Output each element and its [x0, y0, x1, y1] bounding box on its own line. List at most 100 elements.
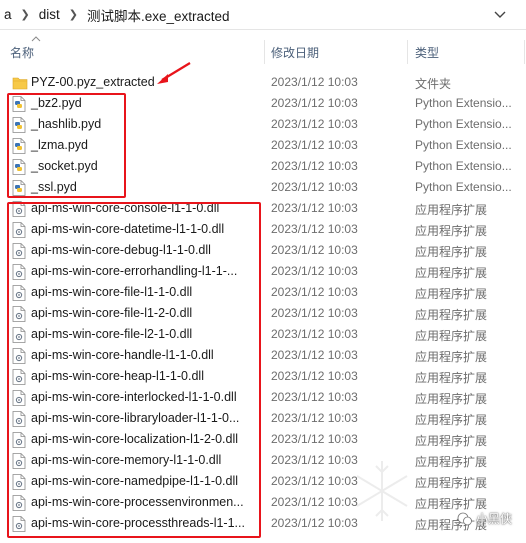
file-row[interactable]: api-ms-win-core-handle-l1-1-0.dll 2023/1/… — [0, 345, 526, 366]
file-name[interactable]: api-ms-win-core-console-l1-1-0.dll — [31, 201, 219, 215]
dll-file-icon — [12, 453, 26, 469]
file-name[interactable]: api-ms-win-core-libraryloader-l1-1-0... — [31, 411, 239, 425]
python-file-icon — [12, 159, 26, 175]
wechat-logo-icon — [457, 512, 472, 525]
file-date: 2023/1/12 10:03 — [271, 369, 358, 383]
file-list: PYZ-00.pyz_extracted 2023/1/12 10:03 文件夹 _b… — [0, 72, 526, 534]
file-name[interactable]: api-ms-win-core-interlocked-l1-1-0.dll — [31, 390, 237, 404]
dll-file-icon — [12, 201, 26, 217]
file-date: 2023/1/12 10:03 — [271, 264, 358, 278]
dll-file-icon — [12, 348, 26, 364]
column-divider[interactable] — [524, 40, 525, 64]
file-name[interactable]: _hashlib.pyd — [31, 117, 101, 131]
file-date: 2023/1/12 10:03 — [271, 306, 358, 320]
annotation-arrow-icon — [157, 62, 191, 84]
file-row[interactable]: api-ms-win-core-datetime-l1-1-0.dll 2023/… — [0, 219, 526, 240]
file-name[interactable]: api-ms-win-core-memory-l1-1-0.dll — [31, 453, 221, 467]
file-date: 2023/1/12 10:03 — [271, 327, 358, 341]
file-row[interactable]: api-ms-win-core-libraryloader-l1-1-0... 2… — [0, 408, 526, 429]
file-type: Python Extensio... — [415, 138, 512, 152]
file-date: 2023/1/12 10:03 — [271, 432, 358, 446]
file-row[interactable]: api-ms-win-core-file-l2-1-0.dll 2023/1/12… — [0, 324, 526, 345]
file-row[interactable]: api-ms-win-core-processenvironmen... 2023… — [0, 492, 526, 513]
file-name[interactable]: api-ms-win-core-errorhandling-l1-1-... — [31, 264, 237, 278]
dll-file-icon — [12, 432, 26, 448]
file-name[interactable]: _socket.pyd — [31, 159, 98, 173]
file-name[interactable]: _bz2.pyd — [31, 96, 82, 110]
file-type: 应用程序扩展 — [415, 392, 488, 406]
file-row[interactable]: api-ms-win-core-interlocked-l1-1-0.dll 20… — [0, 387, 526, 408]
column-divider[interactable] — [264, 40, 265, 64]
dll-file-icon — [12, 390, 26, 406]
snowflake-watermark-icon — [356, 461, 408, 521]
file-date: 2023/1/12 10:03 — [271, 474, 358, 488]
address-bar[interactable]: a ❯ dist ❯ 测试脚本.exe_extracted — [0, 0, 526, 30]
breadcrumb-separator-icon[interactable]: ❯ — [69, 8, 78, 21]
file-date: 2023/1/12 10:03 — [271, 285, 358, 299]
breadcrumb-item[interactable]: a — [4, 7, 12, 22]
file-row[interactable]: api-ms-win-core-heap-l1-1-0.dll 2023/1/12… — [0, 366, 526, 387]
python-file-icon — [12, 117, 26, 133]
file-name[interactable]: api-ms-win-core-file-l1-2-0.dll — [31, 306, 192, 320]
file-name[interactable]: api-ms-win-core-debug-l1-1-0.dll — [31, 243, 211, 257]
dll-file-icon — [12, 474, 26, 490]
file-row[interactable]: api-ms-win-core-console-l1-1-0.dll 2023/1… — [0, 198, 526, 219]
file-name[interactable]: _ssl.pyd — [31, 180, 77, 194]
file-row[interactable]: api-ms-win-core-file-l1-2-0.dll 2023/1/12… — [0, 303, 526, 324]
file-type: Python Extensio... — [415, 117, 512, 131]
file-row[interactable]: _hashlib.pyd 2023/1/12 10:03 Python Extens… — [0, 114, 526, 135]
dll-file-icon — [12, 243, 26, 259]
file-row[interactable]: api-ms-win-core-file-l1-1-0.dll 2023/1/12… — [0, 282, 526, 303]
file-type: 应用程序扩展 — [415, 413, 488, 427]
file-date: 2023/1/12 10:03 — [271, 390, 358, 404]
dll-file-icon — [12, 327, 26, 343]
file-type: 应用程序扩展 — [415, 476, 488, 490]
file-name[interactable]: api-ms-win-core-processenvironmen... — [31, 495, 244, 509]
file-row[interactable]: _socket.pyd 2023/1/12 10:03 Python Extensi… — [0, 156, 526, 177]
file-type: 应用程序扩展 — [415, 287, 488, 301]
dll-file-icon — [12, 222, 26, 238]
file-name[interactable]: PYZ-00.pyz_extracted — [31, 75, 155, 89]
breadcrumb-item[interactable]: dist — [39, 7, 60, 22]
folder-icon — [12, 75, 28, 91]
file-type: 应用程序扩展 — [415, 266, 488, 280]
file-name[interactable]: api-ms-win-core-namedpipe-l1-1-0.dll — [31, 474, 238, 488]
file-row[interactable]: PYZ-00.pyz_extracted 2023/1/12 10:03 文件夹 — [0, 72, 526, 93]
breadcrumb-separator-icon[interactable]: ❯ — [21, 8, 30, 21]
file-date: 2023/1/12 10:03 — [271, 453, 358, 467]
file-name[interactable]: api-ms-win-core-localization-l1-2-0.dll — [31, 432, 238, 446]
column-type-header[interactable]: 类型 — [415, 44, 439, 61]
dll-file-icon — [12, 516, 26, 532]
file-row[interactable]: api-ms-win-core-namedpipe-l1-1-0.dll 2023… — [0, 471, 526, 492]
column-divider[interactable] — [407, 40, 408, 64]
file-name[interactable]: _lzma.pyd — [31, 138, 88, 152]
file-type: 应用程序扩展 — [415, 434, 488, 448]
file-name[interactable]: api-ms-win-core-file-l2-1-0.dll — [31, 327, 192, 341]
file-name[interactable]: api-ms-win-core-datetime-l1-1-0.dll — [31, 222, 224, 236]
chevron-down-icon[interactable] — [492, 7, 508, 23]
file-date: 2023/1/12 10:03 — [271, 159, 358, 173]
file-row[interactable]: api-ms-win-core-localization-l1-2-0.dll 2… — [0, 429, 526, 450]
file-row[interactable]: _lzma.pyd 2023/1/12 10:03 Python Extensio.… — [0, 135, 526, 156]
column-name-header[interactable]: 名称 — [10, 44, 34, 61]
file-name[interactable]: api-ms-win-core-file-l1-1-0.dll — [31, 285, 192, 299]
file-type: 应用程序扩展 — [415, 455, 488, 469]
file-name[interactable]: api-ms-win-core-handle-l1-1-0.dll — [31, 348, 214, 362]
column-date-header[interactable]: 修改日期 — [271, 44, 319, 61]
file-date: 2023/1/12 10:03 — [271, 201, 358, 215]
file-name[interactable]: api-ms-win-core-processthreads-l1-1... — [31, 516, 245, 530]
watermark: 小黑侠 — [457, 510, 512, 527]
file-row[interactable]: api-ms-win-core-debug-l1-1-0.dll 2023/1/1… — [0, 240, 526, 261]
dll-file-icon — [12, 264, 26, 280]
file-row[interactable]: _ssl.pyd 2023/1/12 10:03 Python Extensio..… — [0, 177, 526, 198]
file-name[interactable]: api-ms-win-core-heap-l1-1-0.dll — [31, 369, 204, 383]
file-type: 应用程序扩展 — [415, 308, 488, 322]
file-row[interactable]: _bz2.pyd 2023/1/12 10:03 Python Extensio..… — [0, 93, 526, 114]
file-row[interactable]: api-ms-win-core-processthreads-l1-1... 20… — [0, 513, 526, 534]
file-date: 2023/1/12 10:03 — [271, 75, 358, 89]
file-row[interactable]: api-ms-win-core-errorhandling-l1-1-... 20… — [0, 261, 526, 282]
breadcrumb-item[interactable]: 测试脚本.exe_extracted — [87, 5, 230, 25]
file-date: 2023/1/12 10:03 — [271, 222, 358, 236]
file-row[interactable]: api-ms-win-core-memory-l1-1-0.dll 2023/1/… — [0, 450, 526, 471]
file-type: Python Extensio... — [415, 180, 512, 194]
